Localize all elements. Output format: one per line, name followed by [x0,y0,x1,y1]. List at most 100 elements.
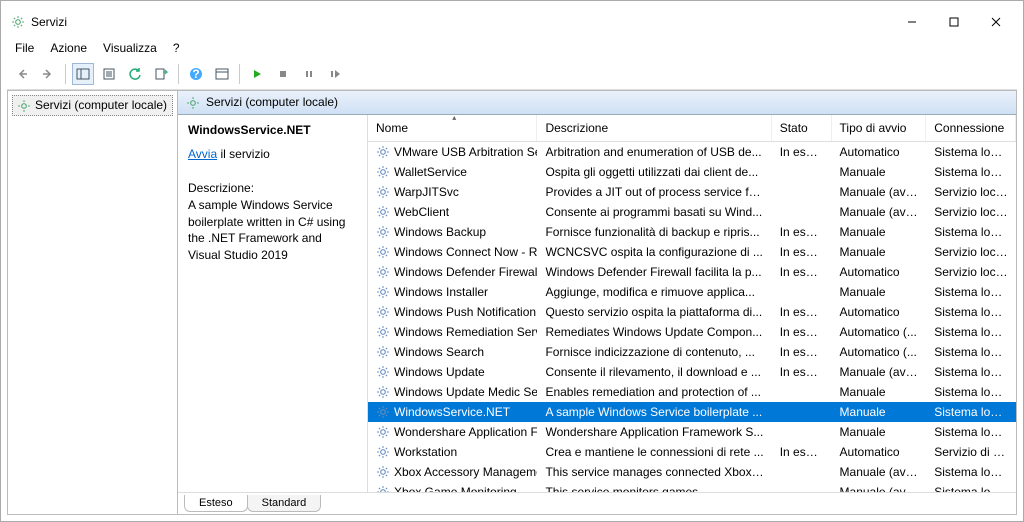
column-logon[interactable]: Connessione [926,115,1016,141]
cell-startup: Automatico (... [832,325,927,339]
tab-extended[interactable]: Esteso [184,495,248,512]
service-name-text: Xbox Accessory Manageme... [394,465,537,479]
services-icon [11,15,25,30]
cell-state: In esec... [772,365,832,379]
service-row[interactable]: WalletServiceOspita gli oggetti utilizza… [368,162,1016,182]
cell-description: Fornisce funzionalità di backup e ripris… [537,225,771,239]
menu-action[interactable]: Azione [50,41,87,55]
service-row[interactable]: WebClientConsente ai programmi basati su… [368,202,1016,222]
cell-startup: Manuale (avv... [832,185,927,199]
help-button[interactable]: ? [185,63,207,85]
service-name-text: Windows Update Medic Ser... [394,385,537,399]
cell-logon: Sistema locale [926,285,1016,299]
service-icon [376,304,390,319]
close-button[interactable] [979,10,1013,34]
cell-logon: Servizio locale [926,265,1016,279]
tab-standard[interactable]: Standard [247,495,322,512]
start-link[interactable]: Avvia [188,147,217,161]
service-row[interactable]: Windows Search Fornisce indicizzazione di… [368,342,1016,362]
separator [239,64,240,84]
service-row[interactable]: Windows Defender FirewallWindows Defende… [368,262,1016,282]
body: Servizi (computer locale) Servizi (compu… [7,90,1017,515]
service-name-text: Windows Search [394,345,484,359]
details-button[interactable] [211,63,233,85]
restart-service-button[interactable] [324,63,346,85]
forward-button[interactable] [37,63,59,85]
cell-description: Fornisce indicizzazione di contenuto, ..… [537,345,771,359]
refresh-button[interactable] [124,63,146,85]
list-body[interactable]: VMware USB Arbitration Ser...Arbitration… [368,142,1016,492]
service-name-text: Windows Push Notification... [394,305,537,319]
toolbar: ? [7,59,1017,90]
cell-name: Windows Push Notification... [368,304,537,319]
show-hide-tree-button[interactable] [72,63,94,85]
action-suffix: il servizio [217,147,270,161]
tree-root-item[interactable]: Servizi (computer locale) [12,95,173,116]
tree-root-label: Servizi (computer locale) [35,98,167,112]
column-description[interactable]: Descrizione [537,115,771,141]
cell-state: In esec... [772,265,832,279]
cell-logon: Sistema locale [926,425,1016,439]
column-name[interactable]: Nome [368,115,537,141]
column-state[interactable]: Stato [772,115,832,141]
service-row[interactable]: Windows Remediation Servi...Remediates W… [368,322,1016,342]
service-icon [376,204,390,219]
stop-service-button[interactable] [272,63,294,85]
service-icon [376,224,390,239]
service-row[interactable]: Xbox Accessory Manageme...This service m… [368,462,1016,482]
cell-logon: Sistema locale [926,345,1016,359]
selected-service-name: WindowsService.NET [188,123,357,137]
service-row[interactable]: WindowsService.NETA sample Windows Servi… [368,402,1016,422]
service-icon [376,444,390,459]
service-name-text: Windows Installer [394,285,488,299]
column-startup[interactable]: Tipo di avvio [832,115,927,141]
service-row[interactable]: Windows UpdateConsente il rilevamento, i… [368,362,1016,382]
cell-description: Questo servizio ospita la piattaforma di… [537,305,771,319]
service-row[interactable]: Windows Push Notification...Questo servi… [368,302,1016,322]
list-header: Nome Descrizione Stato Tipo di avvio Con… [368,115,1016,142]
cell-name: Windows Update Medic Ser... [368,384,537,399]
menu-help[interactable]: ? [173,41,180,55]
service-row[interactable]: Windows InstallerAggiunge, modifica e ri… [368,282,1016,302]
pause-service-button[interactable] [298,63,320,85]
cell-startup: Manuale [832,385,927,399]
cell-startup: Manuale (avv... [832,465,927,479]
start-service-button[interactable] [246,63,268,85]
back-button[interactable] [11,63,33,85]
menubar: File Azione Visualizza ? [7,37,1017,59]
service-row[interactable]: WorkstationCrea e mantiene le connession… [368,442,1016,462]
cell-startup: Manuale (avv... [832,485,927,492]
service-row[interactable]: Windows Update Medic Ser...Enables remed… [368,382,1016,402]
cell-description: Consente il rilevamento, il download e .… [537,365,771,379]
service-row[interactable]: Wondershare Application Fr...Wondershare… [368,422,1016,442]
service-name-text: Windows Backup [394,225,486,239]
cell-name: Windows Backup [368,224,537,239]
content-area: WindowsService.NET Avvia il servizio Des… [178,115,1016,492]
cell-state: In esec... [772,225,832,239]
maximize-button[interactable] [937,10,971,34]
service-name-text: WarpJITSvc [394,185,459,199]
service-row[interactable]: WarpJITSvcProvides a JIT out of process … [368,182,1016,202]
service-icon [376,144,390,159]
right-pane: Servizi (computer locale) WindowsService… [178,91,1016,514]
menu-view[interactable]: Visualizza [103,41,157,55]
properties-button[interactable] [98,63,120,85]
export-button[interactable] [150,63,172,85]
service-row[interactable]: Windows Backup Fornisce funzionalità di b… [368,222,1016,242]
cell-logon: Servizio locale [926,205,1016,219]
service-name-text: VMware USB Arbitration Ser... [394,145,537,159]
service-row[interactable]: VMware USB Arbitration Ser...Arbitration… [368,142,1016,162]
menu-file[interactable]: File [15,41,34,55]
service-icon [376,344,390,359]
service-row[interactable]: Xbox Game MonitoringThis service monitor… [368,482,1016,492]
services-icon [17,98,31,113]
cell-logon: Sistema locale [926,485,1016,492]
service-row[interactable]: Windows Connect Now - R...WCNCSVC ospita… [368,242,1016,262]
cell-name: Windows Remediation Servi... [368,324,537,339]
cell-name: Windows Installer [368,284,537,299]
minimize-button[interactable] [895,10,929,34]
service-name-text: Workstation [394,445,457,459]
service-name-text: Xbox Game Monitoring [394,485,517,492]
cell-startup: Automatico [832,145,927,159]
service-name-text: Windows Connect Now - R... [394,245,537,259]
